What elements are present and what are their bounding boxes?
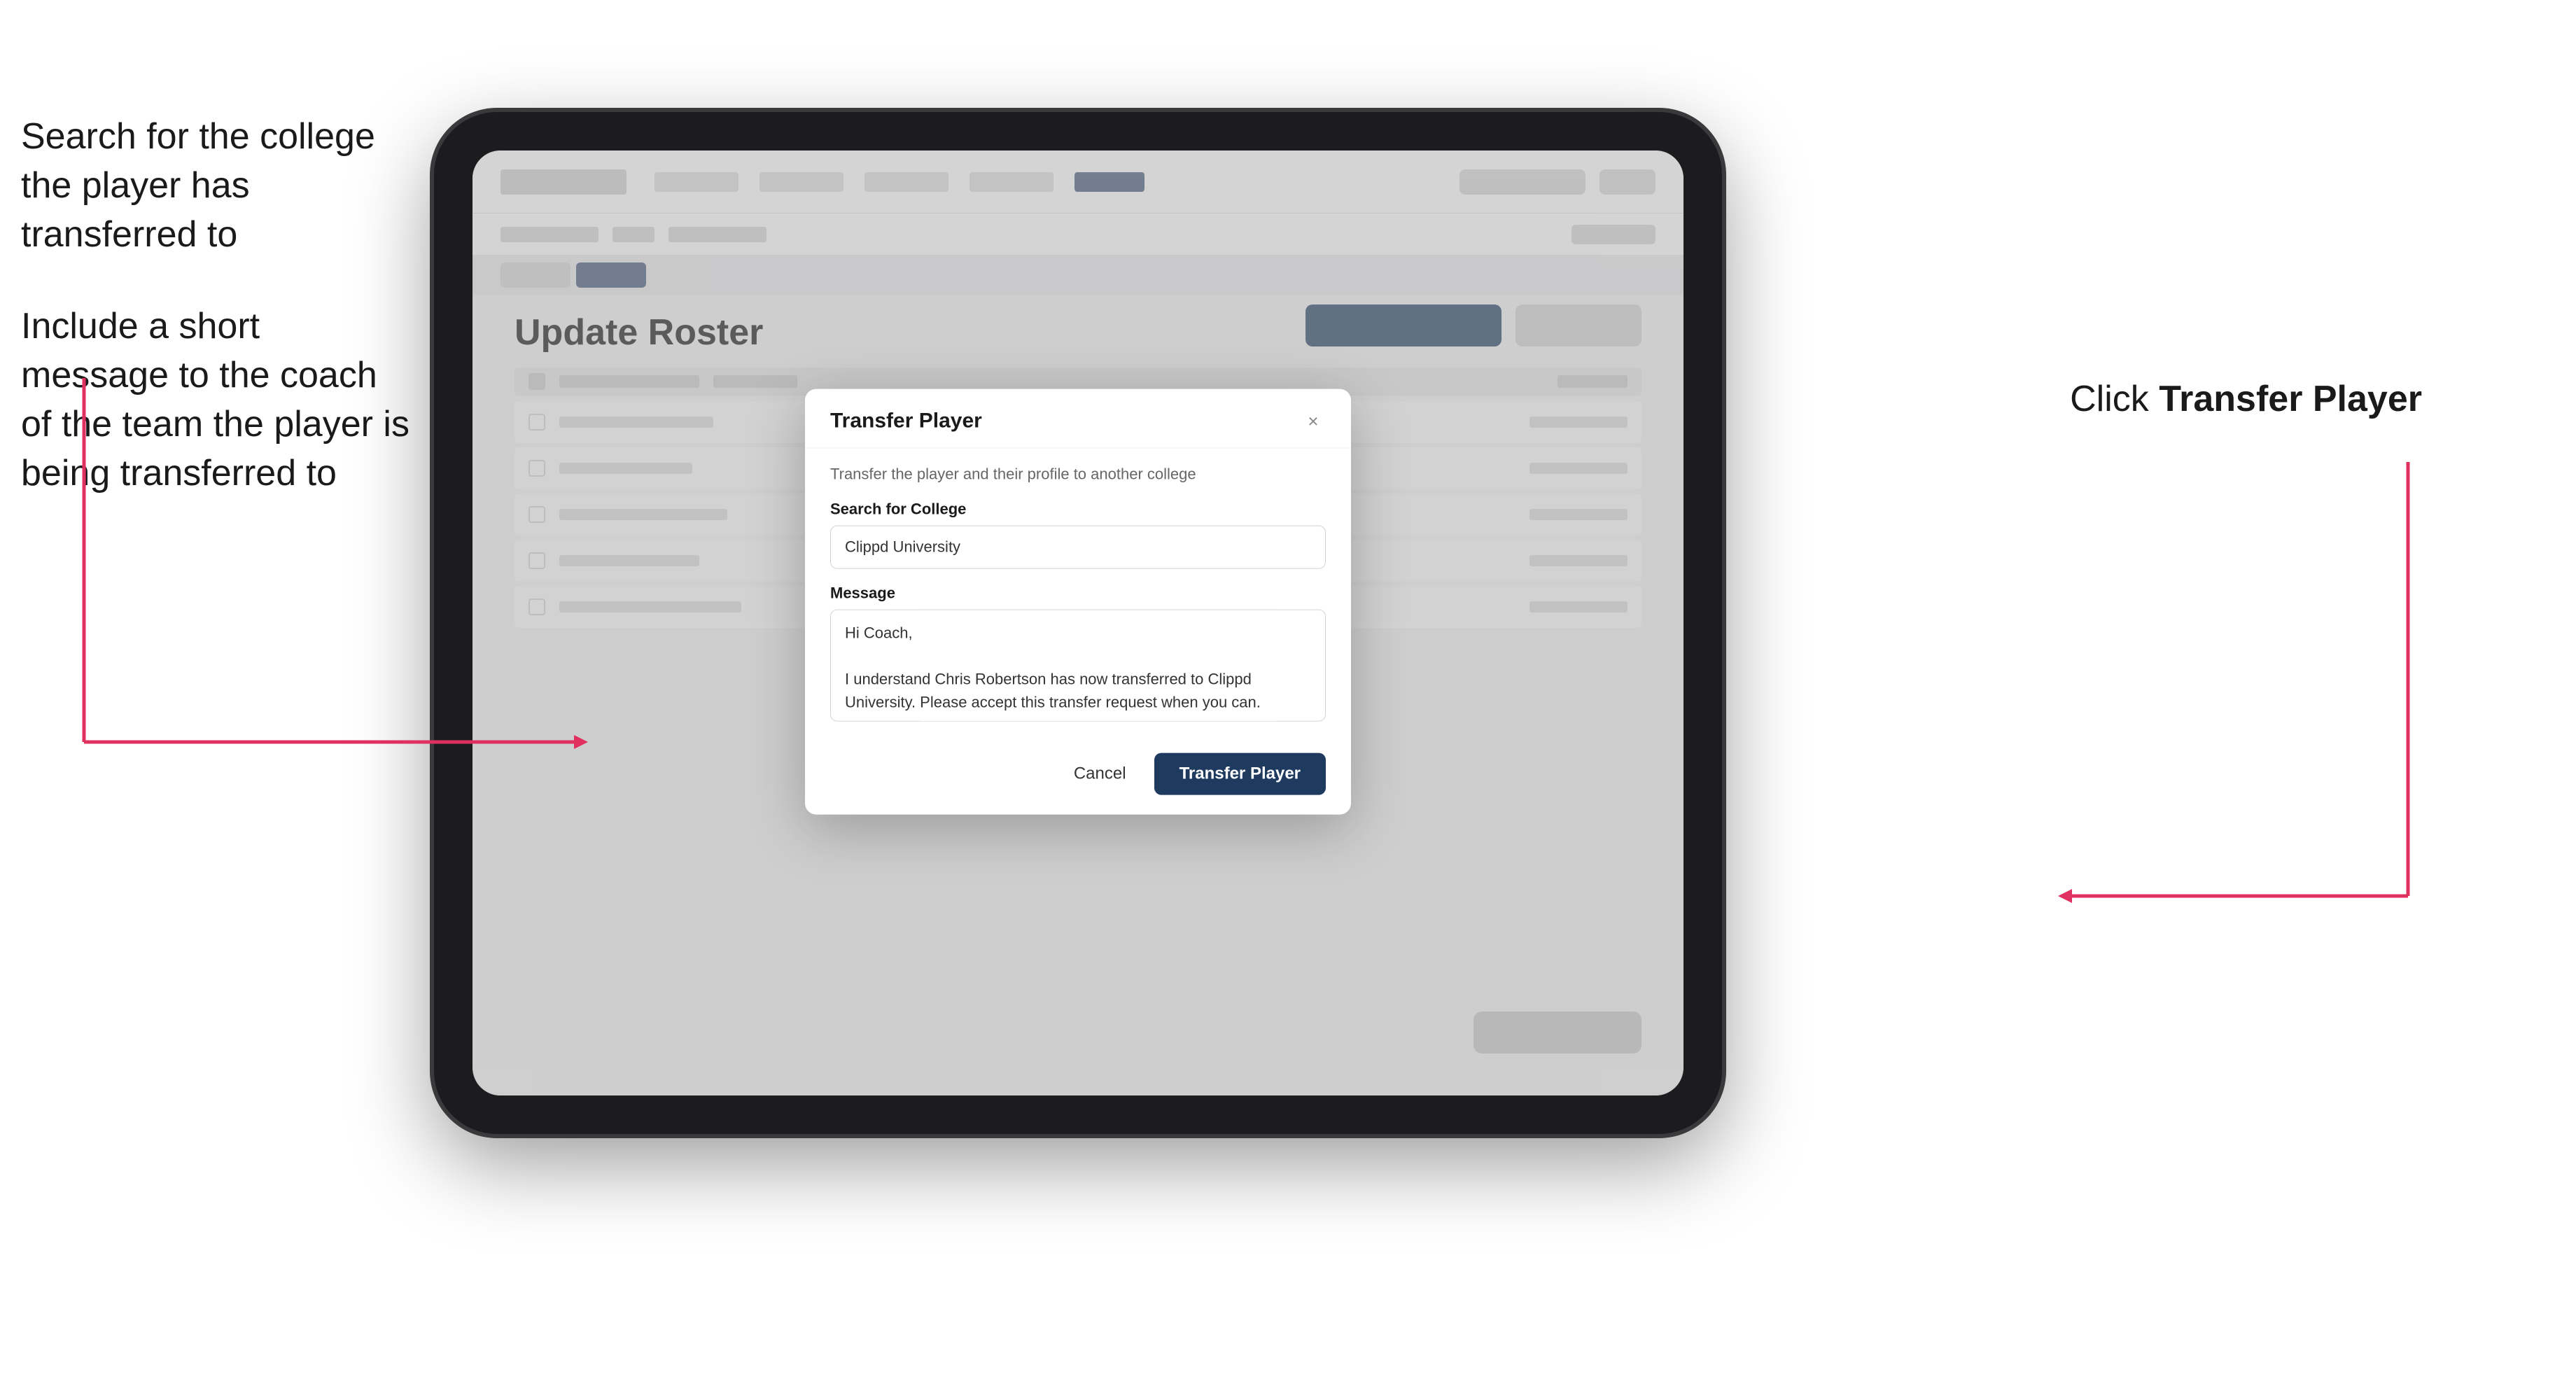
cancel-button[interactable]: Cancel: [1060, 755, 1140, 794]
ipad-frame: Update Roster: [434, 112, 1722, 1134]
modal-title: Transfer Player: [830, 410, 982, 433]
search-college-input[interactable]: [830, 526, 1326, 569]
message-textarea[interactable]: Hi Coach, I understand Chris Robertson h…: [830, 610, 1326, 722]
annotation-transfer-bold: Transfer Player: [2159, 379, 2422, 419]
annotation-message-text: Include a short message to the coach of …: [21, 302, 413, 498]
transfer-player-modal: Transfer Player × Transfer the player an…: [805, 389, 1351, 815]
message-label: Message: [830, 584, 1326, 603]
modal-footer: Cancel Transfer Player: [805, 739, 1351, 815]
modal-header: Transfer Player ×: [805, 389, 1351, 449]
modal-close-button[interactable]: ×: [1301, 409, 1326, 434]
modal-subtitle: Transfer the player and their profile to…: [830, 465, 1326, 484]
annotation-left-container: Search for the college the player has tr…: [21, 112, 413, 540]
search-college-label: Search for College: [830, 500, 1326, 519]
modal-overlay: Transfer Player × Transfer the player an…: [472, 150, 1684, 1096]
annotation-click-label: Click: [2070, 379, 2159, 419]
modal-body: Transfer the player and their profile to…: [805, 449, 1351, 739]
ipad-screen: Update Roster: [472, 150, 1684, 1096]
annotation-search-text: Search for the college the player has tr…: [21, 112, 413, 260]
annotation-right-container: Click Transfer Player: [2070, 378, 2422, 420]
transfer-player-button[interactable]: Transfer Player: [1154, 753, 1326, 795]
